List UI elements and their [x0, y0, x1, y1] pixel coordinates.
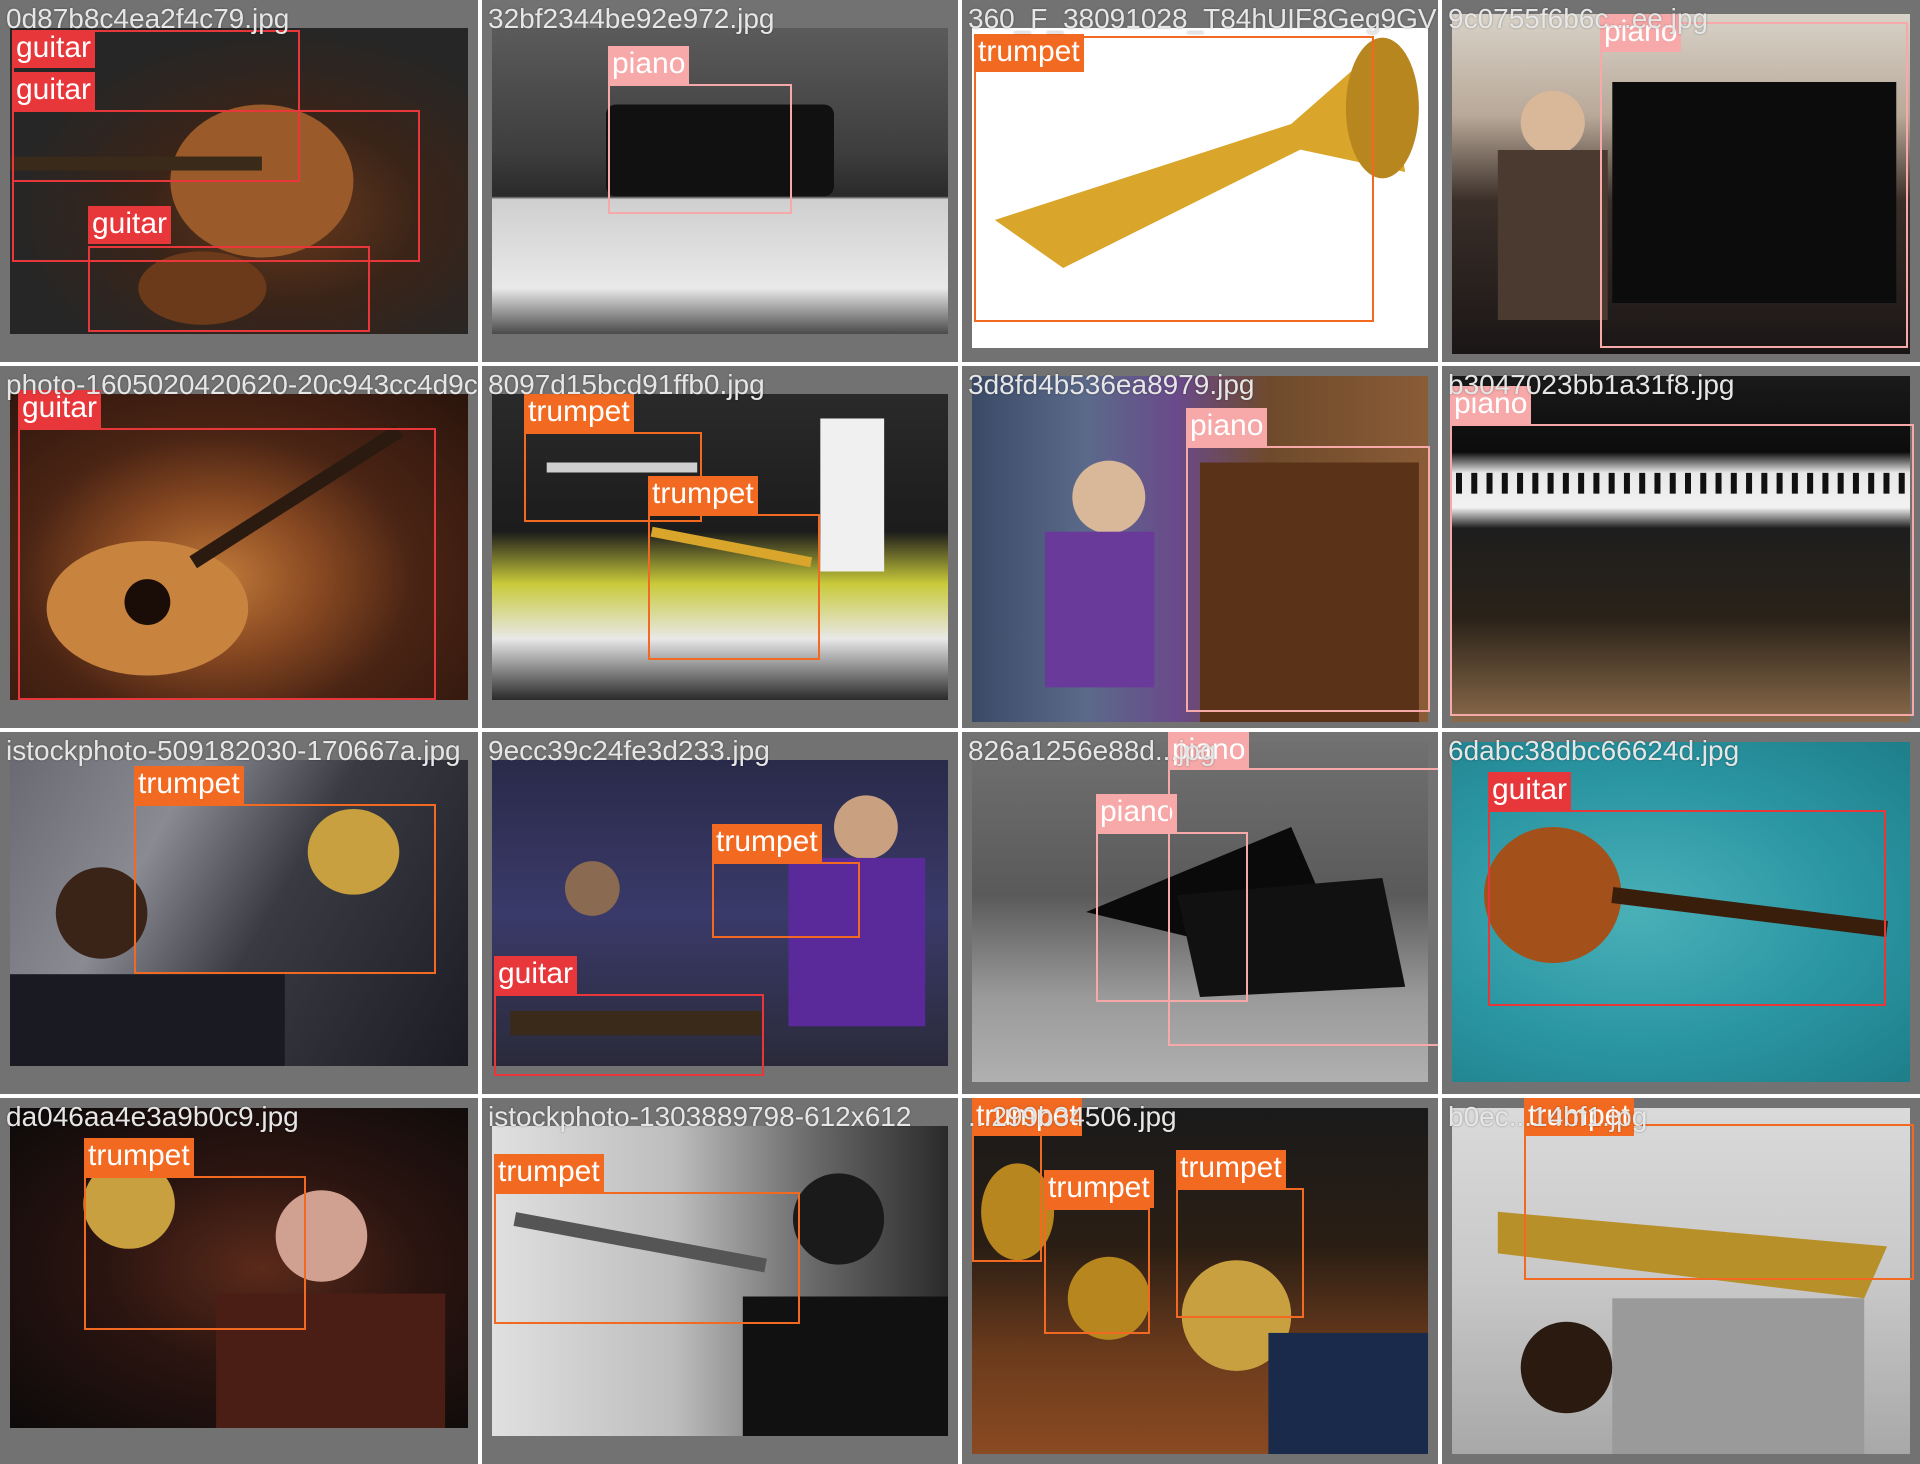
mosaic-tile: piano 3d8fd4b536ea8979.jpg [962, 366, 1438, 728]
mosaic-tile: trumpet360_F_38091028_T84hUIF8Geg9GV7c6Q… [962, 0, 1438, 362]
bbox-label-trumpet: trumpet [648, 476, 758, 514]
bbox-trumpet [84, 1176, 306, 1330]
tile-filename: 6dabc38dbc66624d.jpg [1448, 735, 1740, 766]
mosaic-tile: piano b3047023bb1a31f8.jpg [1442, 366, 1920, 728]
mosaic-tile: trumpet trumpet trumpet ...299b34506.jpg [962, 1098, 1438, 1464]
mosaic-tile: trumpet da046aa4e3a9b0c9.jpg [0, 1098, 478, 1464]
tile-filename: da046aa4e3a9b0c9.jpg [6, 1101, 299, 1132]
tile-filename: ...299b34506.jpg [968, 1101, 1177, 1132]
bbox-trumpet [974, 36, 1374, 322]
tile-filename: b0ec...14bf1.jpg [1448, 1101, 1648, 1132]
bbox-piano [1450, 424, 1914, 716]
tile-filename: 9c0755f6b6c...ee.jpg [1448, 3, 1708, 34]
bbox-piano [608, 84, 792, 214]
bbox-trumpet [712, 862, 860, 938]
mosaic-tile: trumpet istockphoto-1303889798-612x612 [482, 1098, 958, 1464]
detection-mosaic: guitar guitar guitar 0d87b8c4ea2f4c79.jpg pi… [0, 0, 1920, 1464]
bbox-label-guitar: guitar [12, 30, 96, 68]
mosaic-tile: piano 9c0755f6b6c...ee.jpg [1442, 0, 1920, 362]
bbox-guitar [18, 428, 436, 700]
bbox-label-trumpet: trumpet [974, 34, 1084, 72]
tile-filename: b3047023bb1a31f8.jpg [1448, 369, 1735, 400]
bbox-guitar [1488, 810, 1886, 1006]
bbox-trumpet [972, 1132, 1042, 1262]
tile-filename: istockphoto-1303889798-612x612 [488, 1101, 912, 1132]
tile-filename: istockphoto-509182030-170667a.jpg [6, 735, 461, 766]
bbox-piano [1168, 768, 1438, 1046]
bbox-guitar [494, 994, 764, 1076]
bbox-trumpet [134, 804, 436, 974]
bbox-label-trumpet: trumpet [84, 1138, 194, 1176]
bbox-piano [1186, 446, 1430, 712]
bbox-guitar [88, 246, 370, 332]
bbox-piano [1600, 22, 1908, 348]
bbox-label-trumpet: trumpet [1044, 1170, 1154, 1208]
bbox-trumpet [494, 1192, 800, 1324]
bbox-label-trumpet: trumpet [1176, 1150, 1286, 1188]
bbox-label-guitar: guitar [1488, 772, 1572, 810]
bbox-trumpet [1524, 1124, 1914, 1280]
mosaic-tile: trumpet b0ec...14bf1.jpg [1442, 1098, 1920, 1464]
mosaic-tile: trumpet trumpet 8097d15bcd91ffb0.jpg [482, 366, 958, 728]
tile-filename: 0d87b8c4ea2f4c79.jpg [6, 3, 290, 34]
bbox-label-trumpet: trumpet [494, 1154, 604, 1192]
bbox-trumpet [1044, 1208, 1150, 1334]
bbox-label-guitar: guitar [88, 206, 172, 244]
mosaic-tile: piano piano 826a1256e88d...jpg [962, 732, 1438, 1094]
mosaic-tile: piano 32bf2344be92e972.jpg [482, 0, 958, 362]
mosaic-tile: trumpet guitar 9ecc39c24fe3d233.jpg [482, 732, 958, 1094]
bbox-label-trumpet: trumpet [134, 766, 244, 804]
mosaic-tile: guitar 6dabc38dbc66624d.jpg [1442, 732, 1920, 1094]
bbox-label-guitar: guitar [494, 956, 578, 994]
tile-filename: 32bf2344be92e972.jpg [488, 3, 775, 34]
tile-filename: 8097d15bcd91ffb0.jpg [488, 369, 765, 400]
tile-filename: 360_F_38091028_T84hUIF8Geg9GV7c6Q@TT1RG.… [968, 3, 1438, 34]
bbox-label-piano: piano [1186, 408, 1268, 446]
tile-filename: 9ecc39c24fe3d233.jpg [488, 735, 770, 766]
tile-filename: 3d8fd4b536ea8979.jpg [968, 369, 1255, 400]
mosaic-tile: trumpet istockphoto-509182030-170667a.jpg [0, 732, 478, 1094]
bbox-guitar [12, 110, 420, 262]
mosaic-tile: guitar guitar guitar 0d87b8c4ea2f4c79.jpg [0, 0, 478, 362]
bbox-label-piano: piano [608, 46, 690, 84]
bbox-label-guitar: guitar [12, 72, 96, 110]
tile-filename: 826a1256e88d...jpg [968, 735, 1216, 766]
tile-filename: photo-1605020420620-20c943cc4d9c [6, 369, 478, 400]
bbox-label-trumpet: trumpet [712, 824, 822, 862]
mosaic-tile: guitar photo-1605020420620-20c943cc4d9c [0, 366, 478, 728]
bbox-trumpet [648, 514, 820, 660]
bbox-label-piano: piano [1096, 794, 1178, 832]
bbox-trumpet [1176, 1188, 1304, 1318]
